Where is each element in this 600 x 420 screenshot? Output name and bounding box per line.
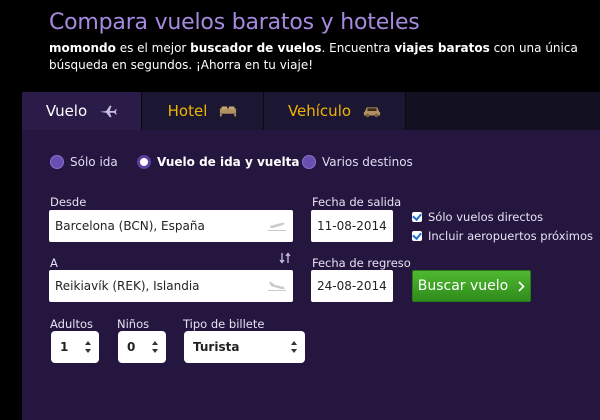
search-flight-button[interactable]: Buscar vuelo (412, 270, 531, 302)
tab-label: Vehículo (287, 102, 352, 120)
depart-date-input[interactable]: 11-08-2014 (311, 210, 393, 242)
direct-label: Sólo vuelos directos (428, 210, 544, 224)
return-value: 24-08-2014 (317, 279, 387, 293)
radio-label: Vuelo de ida y vuelta (157, 155, 300, 169)
to-input[interactable]: Reikiavík (REK), Islandia (49, 270, 293, 302)
direct-flights-checkbox[interactable]: Sólo vuelos directos (412, 210, 543, 224)
ticket-type-select[interactable]: Turista (184, 331, 305, 363)
radio-dot (50, 155, 64, 169)
updown-arrows-icon (291, 341, 297, 353)
hero-title: Compara vuelos baratos y hoteles (49, 10, 420, 35)
search-panel: Vuelo Hotel Vehículo Sólo ida Vuelo de i… (22, 92, 600, 420)
brand-name: momondo (49, 41, 116, 55)
from-input[interactable]: Barcelona (BCN), España (49, 210, 293, 242)
airplane-icon (100, 105, 117, 118)
nearby-airports-checkbox[interactable]: Incluir aeropuertos próximos (412, 229, 593, 243)
ticket-type-label: Tipo de billete (183, 317, 265, 331)
tab-hotel[interactable]: Hotel (142, 92, 264, 130)
tab-vehiculo[interactable]: Vehículo (264, 92, 406, 130)
radio-solo-ida[interactable]: Sólo ida (50, 155, 118, 169)
return-label: Fecha de regreso (312, 256, 411, 270)
updown-arrows-icon (152, 341, 158, 353)
tab-vuelo[interactable]: Vuelo (22, 92, 142, 130)
search-label: Buscar vuelo (417, 278, 509, 294)
bed-icon (220, 106, 237, 117)
radio-dot (137, 155, 151, 169)
tab-label: Vuelo (45, 102, 88, 120)
children-select[interactable]: 0 (118, 331, 166, 363)
car-icon (363, 107, 381, 118)
from-value: Barcelona (BCN), España (55, 219, 205, 233)
hero-subtitle: momondo es el mejor buscador de vuelos. … (49, 40, 594, 74)
updown-arrows-icon (85, 341, 91, 353)
radio-dot (302, 155, 316, 169)
airplane-landing-icon (268, 282, 286, 291)
radio-varios-destinos[interactable]: Varios destinos (302, 155, 413, 169)
swap-arrows-icon[interactable] (279, 252, 291, 264)
radio-label: Varios destinos (322, 155, 413, 169)
children-label: Niños (117, 317, 150, 331)
checkbox-box (412, 231, 422, 241)
depart-label: Fecha de salida (312, 195, 402, 209)
radio-label: Sólo ida (70, 155, 118, 169)
sub-bold-1: buscador de vuelos (190, 41, 322, 55)
adults-value: 1 (60, 340, 69, 354)
to-label: A (50, 256, 58, 270)
adults-label: Adultos (50, 317, 93, 331)
tab-bar: Vuelo Hotel Vehículo (22, 92, 600, 130)
children-value: 0 (127, 340, 136, 354)
ticket-value: Turista (193, 340, 240, 354)
depart-value: 11-08-2014 (317, 219, 387, 233)
to-value: Reikiavík (REK), Islandia (55, 279, 200, 293)
sub-bold-2: viajes baratos (394, 41, 490, 55)
airplane-takeoff-icon (268, 223, 286, 231)
nearby-label: Incluir aeropuertos próximos (428, 229, 593, 243)
chevron-right-icon (518, 280, 525, 292)
sub-text-2: . Encuentra (321, 41, 395, 55)
sub-text-1: es el mejor (115, 41, 191, 55)
radio-ida-vuelta[interactable]: Vuelo de ida y vuelta (137, 155, 299, 169)
return-date-input[interactable]: 24-08-2014 (311, 270, 393, 302)
adults-select[interactable]: 1 (51, 331, 99, 363)
checkbox-box (412, 212, 422, 222)
from-label: Desde (50, 195, 87, 209)
tab-label: Hotel (167, 102, 208, 120)
